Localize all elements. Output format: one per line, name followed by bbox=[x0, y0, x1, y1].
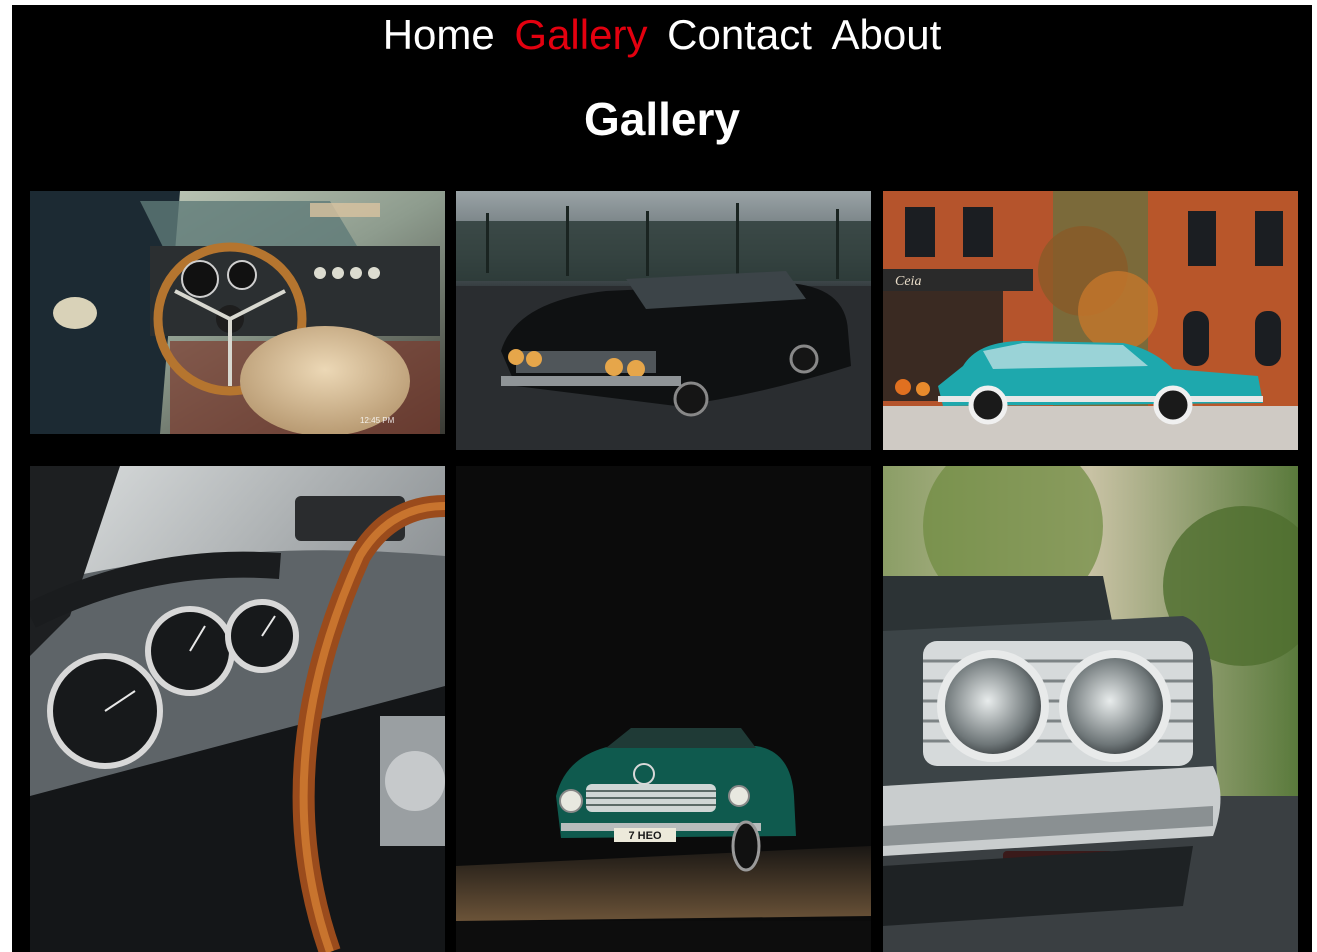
gallery-photo-turquoise-car[interactable]: Ceia bbox=[883, 191, 1298, 450]
nav-home-link[interactable]: Home bbox=[383, 11, 495, 58]
gallery-photo-black-sedan[interactable] bbox=[456, 191, 871, 450]
gallery-photo-green-convertible[interactable]: 7 HEO bbox=[456, 466, 871, 952]
nav-about-link[interactable]: About bbox=[832, 11, 942, 58]
gallery-photo-dashboard-gauges[interactable] bbox=[30, 466, 445, 952]
page-title: Gallery bbox=[584, 93, 740, 145]
gallery-photo-chrome-headlights[interactable] bbox=[883, 466, 1298, 952]
photo-overlay-time: 12:45 PM bbox=[360, 416, 395, 425]
gallery-photo-car-interior[interactable]: 12:45 PM bbox=[30, 191, 445, 434]
photo-shop-sign: Ceia bbox=[895, 274, 921, 289]
main-navigation: Home Gallery Contact About bbox=[12, 11, 1312, 59]
photo-license-plate: 7 HEO bbox=[628, 830, 661, 842]
nav-contact-link[interactable]: Contact bbox=[667, 11, 812, 58]
gallery-page: Home Gallery Contact About Gallery 12:45… bbox=[12, 5, 1312, 952]
nav-gallery-link[interactable]: Gallery bbox=[514, 11, 647, 58]
